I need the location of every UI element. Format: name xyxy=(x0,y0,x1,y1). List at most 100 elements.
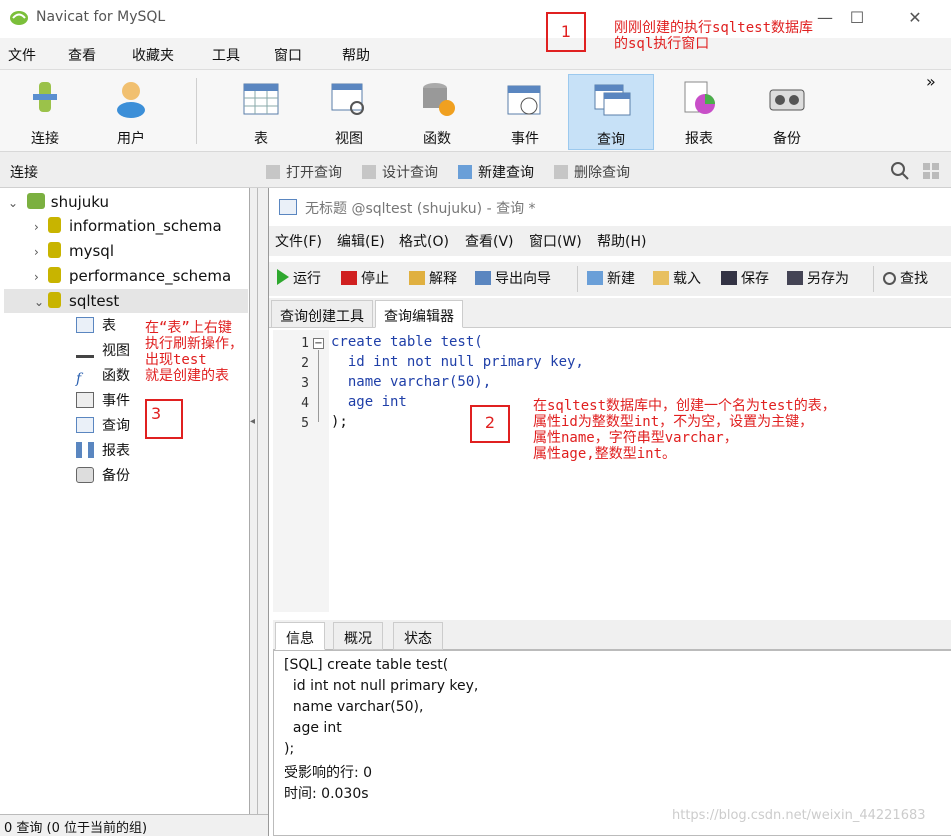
line-number: 1 xyxy=(301,336,309,351)
line-number: 2 xyxy=(301,356,309,371)
tree-db-information_schema[interactable]: › information_schema xyxy=(34,214,248,238)
function-icon: f xyxy=(76,371,82,387)
maximize-button[interactable]: ☐ xyxy=(846,8,868,28)
grid-view-icon[interactable] xyxy=(922,162,940,180)
tree-item-queries[interactable]: 查询 xyxy=(76,414,130,438)
run-button[interactable]: 运行 xyxy=(277,268,321,288)
save-icon xyxy=(721,271,737,285)
open-query-button[interactable]: 打开查询 xyxy=(266,162,342,182)
save-button[interactable]: 保存 xyxy=(721,268,769,288)
chevron-right-icon[interactable]: › xyxy=(34,215,48,239)
toolbar-divider xyxy=(196,78,197,144)
toolbar-query-button[interactable]: 查询 xyxy=(568,74,654,150)
toolbar-label: 报表 xyxy=(685,131,713,147)
export-wizard-button[interactable]: 导出向导 xyxy=(475,268,551,288)
sql-editor[interactable]: 1 2 3 4 5 − create table test( id int no… xyxy=(273,330,951,612)
database-icon xyxy=(48,267,61,283)
tree-item-tables[interactable]: 表 xyxy=(76,314,116,338)
delete-query-button[interactable]: 删除查询 xyxy=(554,162,630,182)
collapse-arrow-icon[interactable]: ◂ xyxy=(250,416,255,427)
tab-query-editor[interactable]: 查询编辑器 xyxy=(375,300,463,328)
toolbar-report-button[interactable]: 报表 xyxy=(656,74,742,150)
tree-db-mysql[interactable]: › mysql xyxy=(34,239,248,263)
toolbar-function-button[interactable]: 函数 xyxy=(394,74,480,150)
query-menu-window[interactable]: 窗口(W) xyxy=(529,231,582,251)
query-menu-help[interactable]: 帮助(H) xyxy=(597,231,646,251)
explain-button[interactable]: 解释 xyxy=(409,268,457,288)
save-as-button[interactable]: 另存为 xyxy=(787,268,849,288)
minimize-button[interactable]: — xyxy=(814,8,836,28)
tree-db-sqltest[interactable]: ⌄ sqltest xyxy=(4,289,248,313)
menu-file[interactable]: 文件 xyxy=(8,45,36,65)
design-query-button[interactable]: 设计查询 xyxy=(362,162,438,182)
annotation-note-1: 刚刚创建的执行sqltest数据库 的sql执行窗口 xyxy=(614,20,814,52)
main-toolbar: 连接 用户 表 视图 函数 事件 查询 报表 备份 » xyxy=(0,70,951,152)
chevron-down-icon[interactable]: ⌄ xyxy=(8,191,22,215)
menu-help[interactable]: 帮助 xyxy=(342,45,370,65)
search-icon[interactable] xyxy=(890,161,910,181)
annotation-box-1: 1 xyxy=(546,12,586,52)
tree-item-views[interactable]: 视图 xyxy=(76,339,130,363)
connection-label: 连接 xyxy=(10,165,38,181)
annotation-box-2: 2 xyxy=(470,405,510,443)
table-icon xyxy=(76,317,94,333)
query-menu-file[interactable]: 文件(F) xyxy=(275,231,322,251)
toolbar-overflow-button[interactable]: » xyxy=(926,72,936,91)
panel-splitter[interactable]: ◂ xyxy=(250,188,258,814)
tab-status[interactable]: 状态 xyxy=(393,622,443,650)
tree-item-reports[interactable]: 报表 xyxy=(76,439,130,463)
annotation-box-3: 3 xyxy=(145,399,183,439)
object-bar: 连接 打开查询 设计查询 新建查询 删除查询 xyxy=(0,152,951,188)
toolbar-divider xyxy=(873,266,874,292)
event-icon xyxy=(76,392,94,408)
toolbar-event-button[interactable]: 事件 xyxy=(482,74,568,150)
new-query-button[interactable]: 新建查询 xyxy=(458,162,534,182)
tree-item-label: 事件 xyxy=(102,393,130,409)
code-line: id int not null primary key, xyxy=(331,354,584,370)
menu-view[interactable]: 查看 xyxy=(68,45,96,65)
query-icon xyxy=(76,417,94,433)
tree-item-backups[interactable]: 备份 xyxy=(76,464,130,488)
tree-connection-shujuku[interactable]: ⌄ shujuku xyxy=(8,190,248,214)
toolbar-user-button[interactable]: 用户 xyxy=(88,74,174,150)
chevron-down-icon[interactable]: ⌄ xyxy=(34,290,48,314)
tree-item-functions[interactable]: f 函数 xyxy=(76,364,130,388)
toolbar-view-button[interactable]: 视图 xyxy=(306,74,392,150)
tree-item-label: 表 xyxy=(102,318,116,334)
new-query-label: 新建查询 xyxy=(478,165,534,181)
menu-favorites[interactable]: 收藏夹 xyxy=(132,45,174,65)
view-icon xyxy=(331,83,364,115)
menu-tools[interactable]: 工具 xyxy=(212,45,240,65)
toolbar-label: 连接 xyxy=(31,131,59,147)
run-label: 运行 xyxy=(293,271,321,287)
find-button[interactable]: 查找 xyxy=(883,268,928,288)
stop-icon xyxy=(341,271,357,285)
new-button[interactable]: 新建 xyxy=(587,268,635,288)
toolbar-connect-button[interactable]: 连接 xyxy=(2,74,88,150)
chevron-right-icon[interactable]: › xyxy=(34,265,48,289)
code-line: name varchar(50), xyxy=(331,374,492,390)
query-menu-edit[interactable]: 编辑(E) xyxy=(337,231,385,251)
search-icon xyxy=(883,272,896,285)
tab-profile[interactable]: 概况 xyxy=(333,622,383,650)
annotation-note-2: 在sqltest数据库中，创建一个名为test的表， 属性id为整数型int，不… xyxy=(533,398,836,462)
toolbar-table-button[interactable]: 表 xyxy=(218,74,304,150)
tree-item-events[interactable]: 事件 xyxy=(76,389,130,413)
tree-db-performance_schema[interactable]: › performance_schema xyxy=(34,264,248,288)
close-button[interactable]: ✕ xyxy=(904,8,926,28)
chevron-right-icon[interactable]: › xyxy=(34,240,48,264)
delete-query-label: 删除查询 xyxy=(574,165,630,181)
menu-window[interactable]: 窗口 xyxy=(274,45,302,65)
query-menu-format[interactable]: 格式(O) xyxy=(399,231,449,251)
tab-query-builder[interactable]: 查询创建工具 xyxy=(271,300,373,328)
query-menu-bar: 文件(F) 编辑(E) 格式(O) 查看(V) 窗口(W) 帮助(H) xyxy=(269,226,951,256)
tab-info[interactable]: 信息 xyxy=(275,622,325,650)
tree-item-label: 备份 xyxy=(102,468,130,484)
query-menu-view[interactable]: 查看(V) xyxy=(465,231,514,251)
toolbar-backup-button[interactable]: 备份 xyxy=(744,74,830,150)
load-button[interactable]: 载入 xyxy=(653,268,701,288)
code-line: ); xyxy=(331,414,348,430)
stop-button[interactable]: 停止 xyxy=(341,268,389,288)
connection-tree: ⌄ shujuku › information_schema › mysql › pe… xyxy=(0,188,250,814)
fold-toggle-icon[interactable]: − xyxy=(313,338,324,349)
